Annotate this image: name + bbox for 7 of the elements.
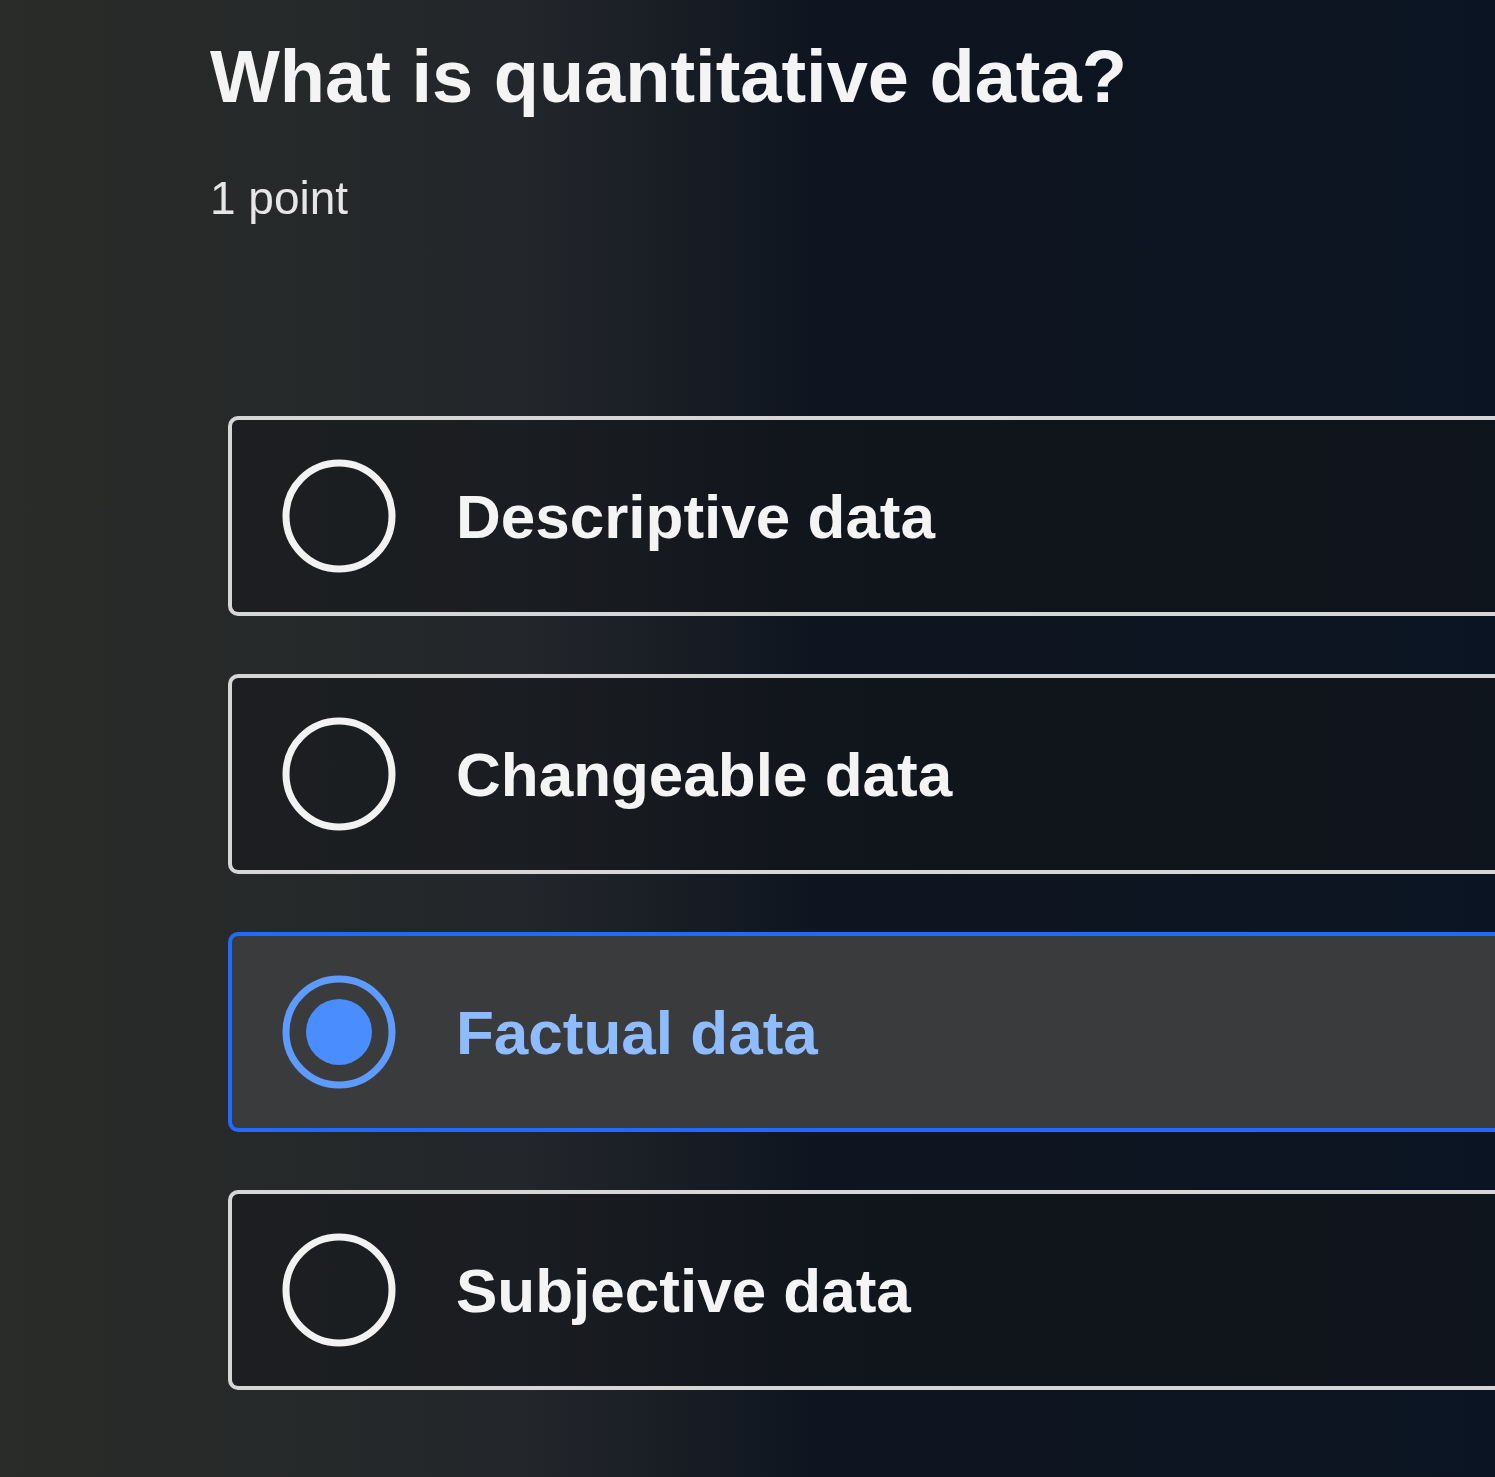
answer-option[interactable]: Descriptive data — [228, 416, 1495, 617]
answer-option[interactable]: Factual data — [228, 932, 1495, 1133]
radio-button[interactable] — [282, 975, 396, 1090]
answer-option[interactable]: Changeable data — [228, 674, 1495, 875]
answer-option[interactable]: Subjective data — [228, 1190, 1495, 1391]
points-label: 1 point — [210, 171, 349, 227]
question-title: What is quantitative data? — [210, 34, 1128, 120]
